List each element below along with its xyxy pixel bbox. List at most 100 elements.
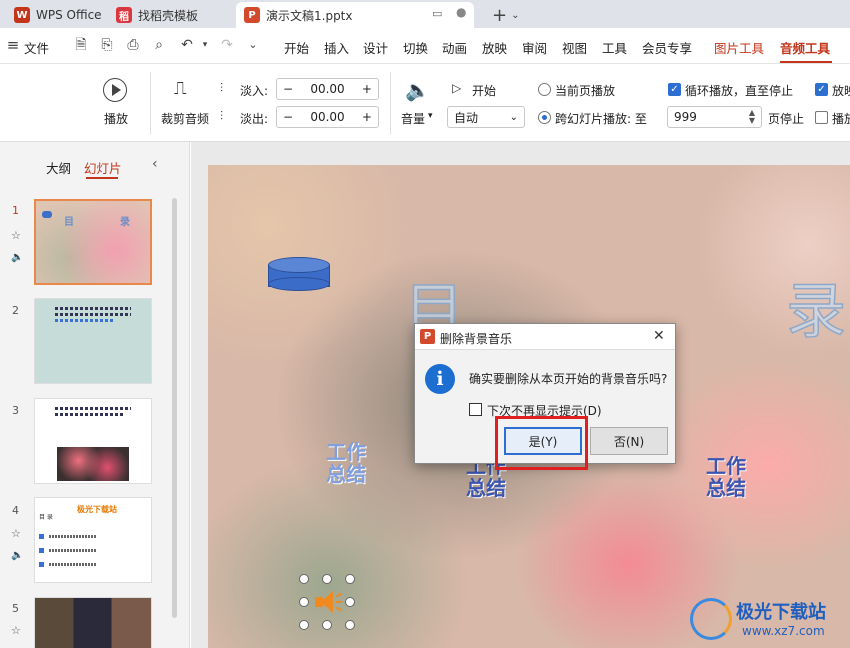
chevron-down-icon: ⌄ (509, 111, 518, 123)
fade-out-decrement[interactable]: − (283, 110, 293, 124)
fade-in-stepper[interactable]: − 00.00 + (276, 78, 379, 100)
audio-icon[interactable]: 🔈 (11, 252, 23, 263)
undo-dropdown-icon[interactable]: ▾ (196, 36, 214, 54)
fade-in-decrement[interactable]: − (283, 82, 293, 96)
start-mode-select[interactable]: 自动 ⌄ (447, 106, 525, 128)
rewind-checkbox[interactable] (815, 111, 828, 124)
work-summary-1[interactable]: 工作 总结 (326, 441, 366, 485)
menu-transition[interactable]: 切换 (403, 38, 428, 57)
resize-handle[interactable] (345, 597, 355, 607)
more-chevron-icon[interactable]: ⌄ (244, 36, 262, 54)
radio-current-page-label[interactable]: 当前页播放 (555, 82, 615, 99)
monitor-icon[interactable]: ▭ (432, 7, 442, 20)
resize-handle[interactable] (322, 620, 332, 630)
template-icon: 稻 (116, 7, 132, 23)
radio-cross-slide[interactable] (538, 111, 551, 124)
stop-page-value[interactable]: 999 (674, 110, 697, 124)
star-icon[interactable]: ☆ (11, 527, 21, 540)
new-tab-button[interactable]: + ⌄ (484, 2, 527, 28)
fade-out-value[interactable]: 00.00 (310, 110, 344, 124)
thumb-bullet (39, 548, 44, 553)
thumb-text (55, 313, 131, 316)
menu-review[interactable]: 审阅 (522, 38, 547, 57)
slide-number: 1 (12, 204, 19, 217)
slide-thumbnail-3[interactable] (34, 398, 152, 484)
tab-outline[interactable]: 大纲 (46, 158, 71, 177)
slide-thumbnail-4[interactable]: 极光下载站 目 录 (34, 497, 152, 583)
close-icon[interactable]: ✕ (653, 328, 665, 344)
menu-design[interactable]: 设计 (363, 38, 388, 57)
menu-slideshow[interactable]: 放映 (482, 38, 507, 57)
undo-icon[interactable]: ↶ (178, 36, 196, 54)
export-pdf-icon[interactable]: ⎘ (98, 36, 116, 54)
resize-handle[interactable] (345, 620, 355, 630)
play-button-label[interactable]: 播放 (104, 110, 128, 127)
tab-document[interactable]: P 演示文稿1.pptx ▭ ● (236, 2, 474, 28)
menu-view[interactable]: 视图 (562, 38, 587, 57)
work-summary-3[interactable]: 工作 总结 (706, 455, 746, 499)
tab-slides[interactable]: 幻灯片 (84, 158, 122, 177)
pptx-file-icon: P (244, 7, 260, 23)
start-mode-value: 自动 (454, 110, 479, 125)
stepper-arrows-icon[interactable]: ▲ ▼ (749, 109, 755, 125)
audio-object[interactable] (299, 574, 355, 630)
slide-thumbnail-1[interactable]: 目 录 (34, 199, 152, 285)
print-preview-icon[interactable]: ⌕ (150, 36, 168, 54)
trim-audio-icon[interactable]: ⎍ (174, 78, 187, 99)
fade-in-value[interactable]: 00.00 (310, 82, 344, 96)
menu-member[interactable]: 会员专享 (642, 38, 692, 57)
hide-on-play-label[interactable]: 放映 (832, 82, 850, 99)
save-icon[interactable]: 🗎 (72, 36, 90, 54)
radio-current-page[interactable] (538, 83, 551, 96)
menu-audio-tools[interactable]: 音频工具 (780, 38, 830, 57)
redo-icon[interactable]: ↷ (218, 36, 236, 54)
audio-ribbon: 播放 ⎍ 裁剪音频 ⫶ 淡入: − 00.00 + ⫶ 淡出: − 00.00 … (0, 64, 850, 142)
menu-animation[interactable]: 动画 (442, 38, 467, 57)
thumb-text (55, 319, 115, 322)
slide-thumbnail-5[interactable] (34, 597, 152, 648)
star-icon[interactable]: ☆ (11, 624, 21, 637)
tab-wps-office[interactable]: W WPS Office (6, 2, 110, 28)
collapse-panel-icon[interactable]: ‹ (152, 156, 158, 172)
menu-home[interactable]: 开始 (284, 38, 309, 57)
menu-tools[interactable]: 工具 (602, 38, 627, 57)
resize-handle[interactable] (345, 574, 355, 584)
heading-char-b[interactable]: 录 (785, 263, 847, 350)
resize-handle[interactable] (299, 620, 309, 630)
menu-insert[interactable]: 插入 (324, 38, 349, 57)
fade-in-increment[interactable]: + (362, 82, 372, 96)
no-button[interactable]: 否(N) (590, 427, 668, 455)
thumb-text (55, 413, 125, 416)
loop-checkbox[interactable]: ✓ (668, 83, 681, 96)
fade-out-increment[interactable]: + (362, 110, 372, 124)
panel-scrollbar[interactable] (172, 198, 177, 618)
volume-label[interactable]: 音量 (401, 110, 425, 127)
star-icon[interactable]: ☆ (11, 229, 21, 242)
trim-audio-label[interactable]: 裁剪音频 (161, 110, 209, 127)
play-circle-icon[interactable] (103, 78, 127, 102)
audio-icon[interactable]: 🔈 (11, 550, 23, 561)
dont-show-again-checkbox[interactable] (469, 403, 482, 416)
rewind-label[interactable]: 播放 (832, 110, 850, 127)
resize-handle[interactable] (322, 574, 332, 584)
loop-label[interactable]: 循环播放，直至停止 (685, 82, 793, 99)
tab-template[interactable]: 稻 找稻壳模板 (108, 2, 232, 28)
menu-file[interactable]: 文件 (24, 38, 49, 57)
volume-dropdown-icon[interactable]: ▾ (428, 111, 433, 121)
fade-out-stepper[interactable]: − 00.00 + (276, 106, 379, 128)
resize-handle[interactable] (299, 574, 309, 584)
slide-thumbnail-panel: 大纲 幻灯片 ‹ 1 ☆ 🔈 目 录 2 3 4 ☆ 🔈 极光下载站 目 录 5… (0, 142, 190, 648)
volume-speaker-icon[interactable]: 🔈 (405, 78, 430, 102)
thumb-text (49, 563, 97, 566)
radio-cross-slide-label[interactable]: 跨幻灯片播放: 至 (555, 110, 647, 127)
dialog-titlebar[interactable]: P 删除背景音乐 ✕ (415, 324, 675, 350)
hide-on-play-checkbox[interactable]: ✓ (815, 83, 828, 96)
cylinder-shape[interactable] (268, 257, 330, 291)
stop-page-stepper[interactable]: 999 ▲ ▼ (667, 106, 762, 128)
hamburger-menu-icon[interactable]: ≡ (4, 36, 22, 54)
thumb-subtitle: 目 录 (39, 514, 53, 521)
resize-handle[interactable] (299, 597, 309, 607)
slide-thumbnail-2[interactable] (34, 298, 152, 384)
menu-picture-tools[interactable]: 图片工具 (714, 38, 764, 57)
print-icon[interactable]: ⎙ (124, 36, 142, 54)
